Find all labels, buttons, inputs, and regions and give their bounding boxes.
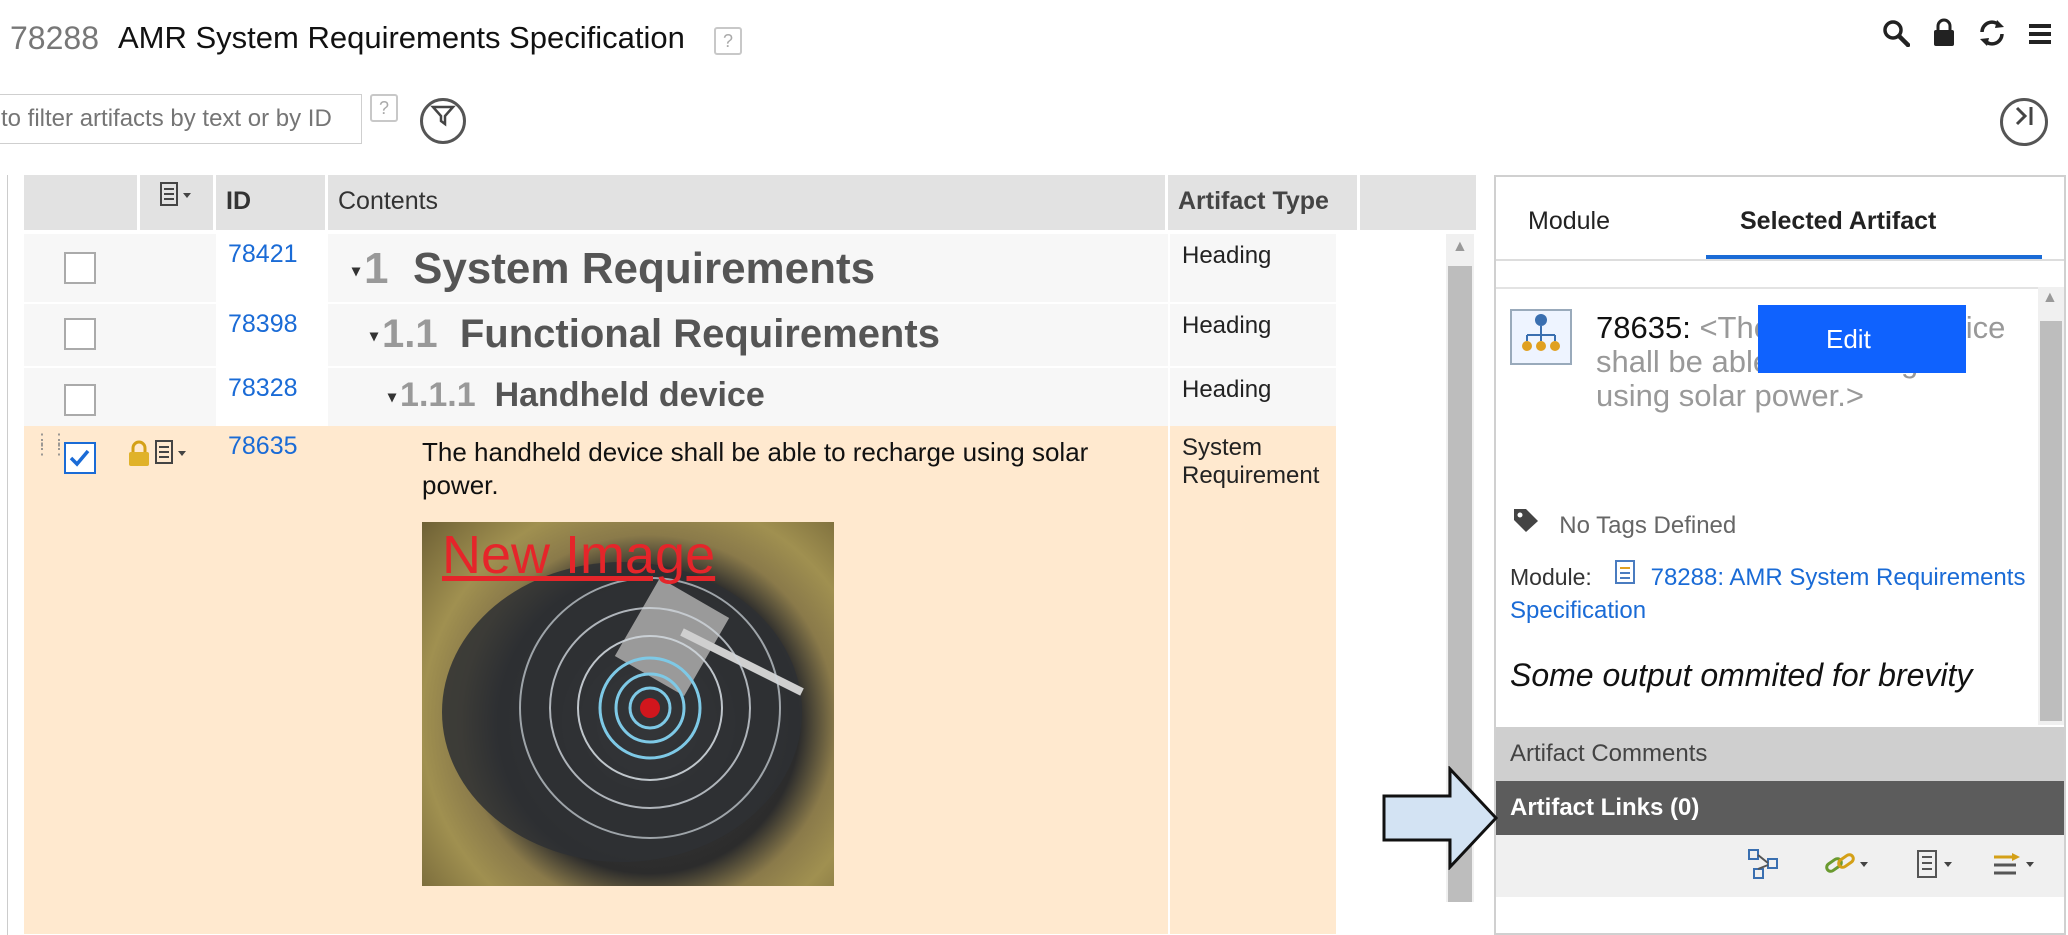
links-toolbar <box>1496 835 2064 897</box>
document-menu-icon[interactable] <box>157 182 197 216</box>
row-actions-icon[interactable] <box>152 438 192 475</box>
artifact-type-cell: Heading <box>1168 304 1360 366</box>
scroll-thumb[interactable] <box>2040 321 2062 721</box>
select-column-header[interactable] <box>24 175 140 230</box>
id-column-header[interactable]: ID <box>216 175 328 230</box>
title-help-icon[interactable]: ? <box>714 27 742 55</box>
heading-title: Handheld device <box>494 376 765 414</box>
search-icon[interactable] <box>1880 18 1912 58</box>
left-pane-edge <box>0 175 8 935</box>
table-row-selected[interactable]: ⋮⋮ ⋮⋮ 78635 The handheld device shall be … <box>24 426 1336 934</box>
grid-header: ID Contents Artifact Type <box>24 175 1476 230</box>
expand-caret-icon[interactable]: ▾ <box>370 328 378 345</box>
edit-button[interactable]: Edit <box>1758 305 1966 373</box>
tags-line: No Tags Defined <box>1512 507 1736 540</box>
artifact-id-link[interactable]: 78328 <box>216 368 328 426</box>
module-info: Module: 78288: AMR System Requirements S… <box>1510 559 2030 627</box>
heading-text: ▾ 1.1.1 Handheld device <box>388 376 765 415</box>
link-list-icon[interactable] <box>1912 847 1964 888</box>
heading-text: ▾1 System Requirements <box>352 244 875 294</box>
artifact-comments-section[interactable]: Artifact Comments <box>1496 727 2064 781</box>
callout-arrow-icon <box>1382 766 1499 870</box>
scroll-up-icon[interactable]: ▲ <box>2042 289 2058 307</box>
heading-text: ▾ 1.1 Functional Requirements <box>370 312 940 357</box>
filter-help-icon[interactable]: ? <box>370 94 398 122</box>
drag-handle-icon[interactable]: ⋮⋮ ⋮⋮ <box>34 433 67 480</box>
row-checkbox[interactable] <box>64 252 96 284</box>
expand-caret-icon[interactable]: ▾ <box>388 389 396 406</box>
actions-column-header[interactable] <box>140 175 216 230</box>
refresh-icon[interactable] <box>1976 18 2008 58</box>
artifact-links-section[interactable]: Artifact Links (0) <box>1496 781 2064 835</box>
module-label: Module: <box>1510 564 1592 590</box>
extra-column-header <box>1360 175 1476 230</box>
panel-tabs: Module Selected Artifact <box>1496 177 2064 261</box>
menu-icon[interactable] <box>2024 18 2056 58</box>
requirement-text: The handheld device shall be able to rec… <box>422 437 1089 500</box>
artifact-id: 78635: <box>1596 310 1691 345</box>
link-filter-icon[interactable] <box>1990 847 2042 888</box>
heading-number: 1.1.1 <box>400 376 476 414</box>
tab-module[interactable]: Module <box>1528 207 1610 236</box>
artifact-id-link[interactable]: 78635 <box>216 426 328 934</box>
lock-icon[interactable] <box>1928 18 1960 58</box>
table-row[interactable]: 78421 ▾1 System Requirements Heading <box>24 234 1336 302</box>
filter-input[interactable] <box>0 94 362 144</box>
artifact-type-cell: Heading <box>1168 368 1360 426</box>
document-icon <box>1614 560 1642 590</box>
row-checkbox[interactable] <box>64 318 96 350</box>
artifact-type-column-header[interactable]: Artifact Type <box>1168 175 1360 230</box>
expand-caret-icon[interactable]: ▾ <box>352 263 360 280</box>
artifact-id-link[interactable]: 78421 <box>216 234 328 302</box>
contents-column-header[interactable]: Contents <box>328 175 1168 230</box>
new-image-caption[interactable]: New Image <box>442 524 715 586</box>
active-tab-indicator <box>1706 255 2042 259</box>
tag-icon <box>1512 509 1547 539</box>
heading-number: 1 <box>364 244 389 293</box>
collapse-panel-icon[interactable] <box>2000 98 2048 146</box>
page-title: AMR System Requirements Specification <box>118 20 685 55</box>
artifact-type-icon <box>1510 309 1572 365</box>
top-toolbar <box>1880 18 2056 58</box>
requirement-image[interactable]: New Image <box>422 522 834 886</box>
omitted-note: Some output ommited for brevity <box>1510 657 1973 693</box>
heading-number: 1.1 <box>382 312 438 356</box>
link-graph-icon[interactable] <box>1746 847 1780 888</box>
tab-selected-artifact[interactable]: Selected Artifact <box>1740 207 1936 236</box>
heading-title: System Requirements <box>412 244 876 293</box>
panel-scrollbar[interactable]: ▲ <box>2038 287 2064 725</box>
artifact-side-panel: Module Selected Artifact 78635: <The han… <box>1494 175 2066 935</box>
artifact-id-link[interactable]: 78398 <box>216 304 328 366</box>
module-id: 78288 <box>10 20 99 56</box>
heading-title: Functional Requirements <box>459 312 940 356</box>
artifact-type-cell: Heading <box>1168 234 1360 302</box>
table-row[interactable]: 78398 ▾ 1.1 Functional Requirements Headi… <box>24 304 1336 366</box>
filter-icon[interactable] <box>420 98 466 144</box>
add-link-icon[interactable] <box>1822 847 1874 888</box>
row-checkbox[interactable] <box>64 384 96 416</box>
tags-text: No Tags Defined <box>1559 512 1737 539</box>
row-checkbox-checked[interactable] <box>64 442 96 474</box>
lock-icon <box>128 440 150 475</box>
artifact-details: 78635: <The handheld device shall be abl… <box>1496 287 2040 725</box>
scroll-up-icon[interactable]: ▲ <box>1452 238 1468 256</box>
table-row[interactable]: 78328 ▾ 1.1.1 Handheld device Heading <box>24 368 1336 426</box>
artifact-type-cell: System Requirement <box>1168 426 1360 934</box>
